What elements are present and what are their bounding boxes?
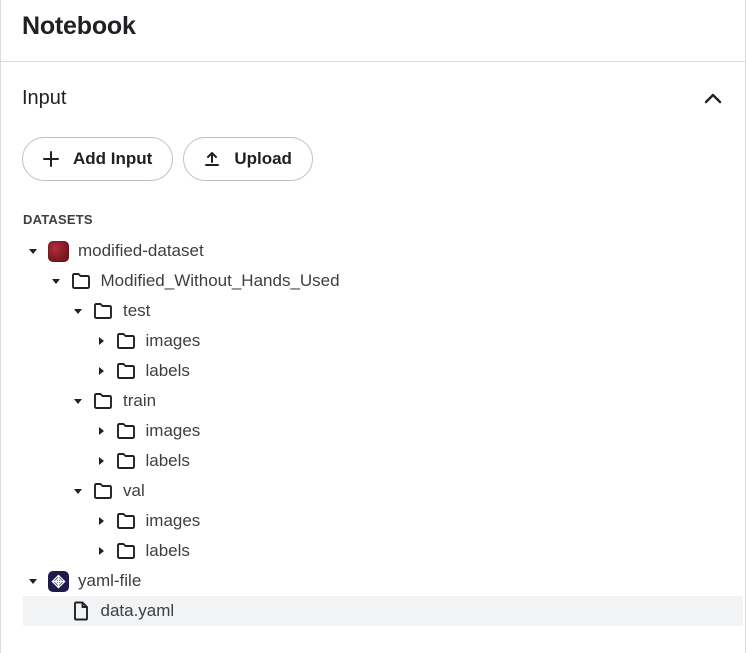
panel-header: Notebook bbox=[1, 0, 745, 62]
folder-icon bbox=[115, 360, 137, 382]
tree-item-train[interactable]: train bbox=[23, 386, 743, 416]
tree-item-modified-without-hands-used[interactable]: Modified_Without_Hands_Used bbox=[23, 266, 743, 296]
tree-item-modified-dataset[interactable]: modified-dataset bbox=[23, 236, 743, 266]
tree-item-label: labels bbox=[145, 541, 190, 560]
tree-item-label: labels bbox=[145, 361, 190, 380]
tree-item-images[interactable]: images bbox=[23, 416, 743, 446]
tree-item-label: val bbox=[123, 481, 145, 500]
notebook-panel: Notebook Input Add Input Upload DATASETS… bbox=[0, 0, 746, 653]
caret-down-icon[interactable] bbox=[68, 391, 88, 411]
input-tree: modified-dataset Modified_Without_Hands_U… bbox=[23, 236, 743, 626]
input-actions: Add Input Upload bbox=[22, 137, 313, 181]
tree-item-label: data.yaml bbox=[100, 601, 175, 620]
caret-down-icon[interactable] bbox=[23, 571, 43, 591]
add-input-label: Add Input bbox=[73, 149, 153, 168]
folder-icon bbox=[70, 270, 92, 292]
tree-item-yaml-file[interactable]: yaml-file bbox=[23, 566, 743, 596]
tree-item-label: images bbox=[145, 331, 201, 350]
tree-item-label: yaml-file bbox=[78, 571, 142, 590]
folder-icon bbox=[92, 390, 114, 412]
caret-right-icon[interactable] bbox=[91, 331, 111, 351]
panel-title: Notebook bbox=[22, 12, 136, 40]
plus-icon bbox=[41, 149, 61, 169]
upload-button[interactable]: Upload bbox=[183, 137, 313, 181]
tree-item-label: Modified_Without_Hands_Used bbox=[100, 271, 340, 290]
caret-right-icon[interactable] bbox=[91, 361, 111, 381]
tree-item-val[interactable]: val bbox=[23, 476, 743, 506]
input-section-title: Input bbox=[22, 86, 67, 109]
upload-icon bbox=[202, 149, 222, 169]
upload-label: Upload bbox=[234, 149, 292, 168]
folder-icon bbox=[115, 540, 137, 562]
tree-item-labels[interactable]: labels bbox=[23, 446, 743, 476]
caret-down-icon[interactable] bbox=[68, 301, 88, 321]
caret-right-icon[interactable] bbox=[91, 541, 111, 561]
datasets-heading: DATASETS bbox=[23, 212, 93, 227]
caret-right-icon[interactable] bbox=[91, 451, 111, 471]
add-input-button[interactable]: Add Input bbox=[22, 137, 174, 181]
tree-item-test[interactable]: test bbox=[23, 296, 743, 326]
tree-item-images[interactable]: images bbox=[23, 326, 743, 356]
folder-icon bbox=[92, 480, 114, 502]
dataset-thumbnail-icon bbox=[47, 240, 69, 262]
caret-right-icon[interactable] bbox=[91, 421, 111, 441]
folder-icon bbox=[92, 300, 114, 322]
tree-item-label: labels bbox=[145, 451, 190, 470]
folder-icon bbox=[115, 330, 137, 352]
tree-item-data-yaml[interactable]: data.yaml bbox=[23, 596, 743, 626]
model-thumbnail-icon bbox=[47, 570, 69, 592]
caret-down-icon[interactable] bbox=[23, 241, 43, 261]
tree-item-label: train bbox=[123, 391, 157, 410]
tree-item-label: test bbox=[123, 301, 151, 320]
tree-item-labels[interactable]: labels bbox=[23, 536, 743, 566]
caret-down-icon[interactable] bbox=[68, 481, 88, 501]
caret-right-icon[interactable] bbox=[91, 511, 111, 531]
tree-item-label: images bbox=[145, 421, 201, 440]
chevron-up-icon[interactable] bbox=[699, 84, 727, 112]
tree-item-label: modified-dataset bbox=[78, 241, 204, 260]
tree-item-images[interactable]: images bbox=[23, 506, 743, 536]
input-section-header[interactable]: Input bbox=[22, 80, 727, 116]
tree-item-labels[interactable]: labels bbox=[23, 356, 743, 386]
folder-icon bbox=[115, 420, 137, 442]
file-icon bbox=[70, 600, 92, 622]
caret-down-icon[interactable] bbox=[46, 271, 66, 291]
tree-item-label: images bbox=[145, 511, 201, 530]
folder-icon bbox=[115, 510, 137, 532]
folder-icon bbox=[115, 450, 137, 472]
